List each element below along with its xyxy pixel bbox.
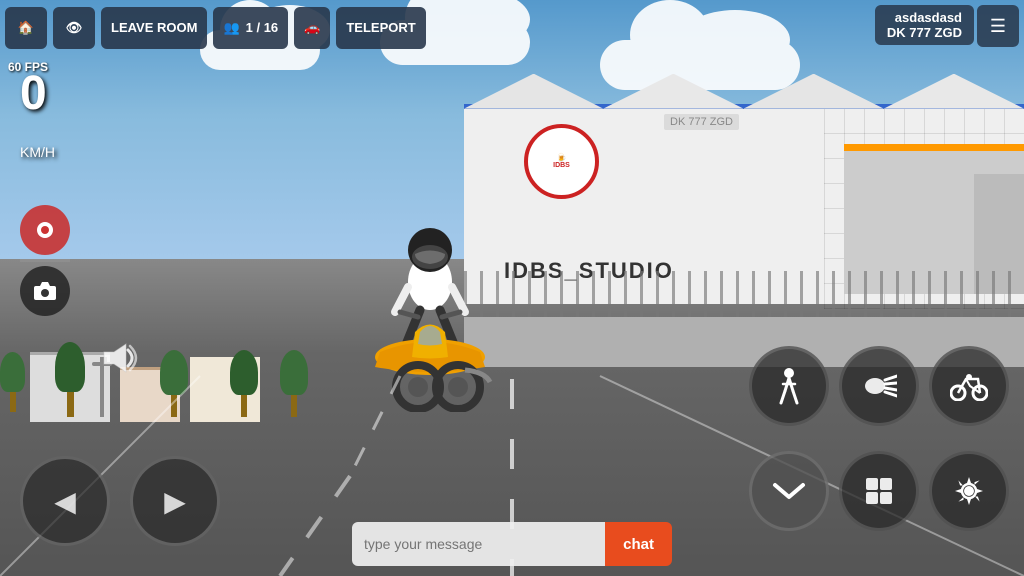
vehicle-button[interactable]: 🚗 xyxy=(294,7,330,49)
motorcycle xyxy=(340,192,520,392)
chat-send-button[interactable]: chat xyxy=(605,522,672,566)
camera-icon xyxy=(32,280,58,302)
speed-unit: KM/H xyxy=(20,144,55,160)
players-icon: 👥 xyxy=(223,20,239,36)
player-plate: DK 777 ZGD xyxy=(887,25,962,40)
chat-bar: chat xyxy=(352,522,672,566)
gear-settings-icon xyxy=(953,475,985,507)
dpad-right-button[interactable]: ▶ xyxy=(130,456,220,546)
home-icon: 🏠 xyxy=(18,20,34,36)
speed-value: 0 xyxy=(20,67,47,120)
walk-icon xyxy=(773,367,805,405)
record-button[interactable] xyxy=(20,205,70,255)
player-info: asdasdasd DK 777 ZGD xyxy=(875,5,974,45)
bike-icon xyxy=(950,371,988,401)
walk-mode-button[interactable] xyxy=(749,346,829,426)
horn-button[interactable] xyxy=(100,340,140,381)
player-username: asdasdasd xyxy=(887,10,962,25)
teleport-label: TELEPORT xyxy=(346,20,415,35)
right-arrow-icon: ▶ xyxy=(164,485,186,518)
controls-divider xyxy=(20,259,70,262)
home-button[interactable]: 🏠 xyxy=(5,7,47,49)
players-button[interactable]: 👥 1 / 16 xyxy=(213,7,288,49)
right-controls-top xyxy=(749,346,1009,426)
camera-button[interactable] xyxy=(20,266,70,316)
dpad-left-button[interactable]: ◀ xyxy=(20,456,110,546)
right-controls-bottom xyxy=(749,451,1009,531)
left-arrow-icon: ◀ xyxy=(54,485,76,518)
down-chevron-button[interactable] xyxy=(749,451,829,531)
inventory-button[interactable] xyxy=(839,451,919,531)
eye-icon: 👁 xyxy=(66,20,83,36)
chat-send-label: chat xyxy=(623,536,654,553)
inventory-icon xyxy=(863,475,895,507)
settings-button[interactable] xyxy=(929,451,1009,531)
record-camera-controls xyxy=(20,205,70,316)
leave-room-label: LEAVE ROOM xyxy=(111,20,197,35)
lights-button[interactable] xyxy=(839,346,919,426)
dpad-container: ◀ ▶ xyxy=(20,456,220,546)
lights-icon xyxy=(861,370,897,402)
vehicle-icon: 🚗 xyxy=(304,20,320,36)
bike-mode-button[interactable] xyxy=(929,346,1009,426)
top-bar: 🏠 👁 LEAVE ROOM 👥 1 / 16 🚗 TELEPORT xyxy=(0,0,1024,55)
teleport-button[interactable]: TELEPORT xyxy=(336,7,425,49)
record-icon xyxy=(33,218,57,242)
players-count: 1 / 16 xyxy=(246,20,279,35)
menu-button[interactable]: ☰ xyxy=(977,5,1019,47)
eye-button[interactable]: 👁 xyxy=(53,7,95,49)
building-plate: DK 777 ZGD xyxy=(664,114,739,130)
chat-input[interactable] xyxy=(352,522,605,566)
menu-icon: ☰ xyxy=(990,16,1006,37)
leave-room-button[interactable]: LEAVE ROOM xyxy=(101,7,207,49)
speedometer: 0 KM/H xyxy=(20,70,55,166)
chevron-down-icon xyxy=(771,477,807,505)
horn-icon xyxy=(100,340,140,376)
